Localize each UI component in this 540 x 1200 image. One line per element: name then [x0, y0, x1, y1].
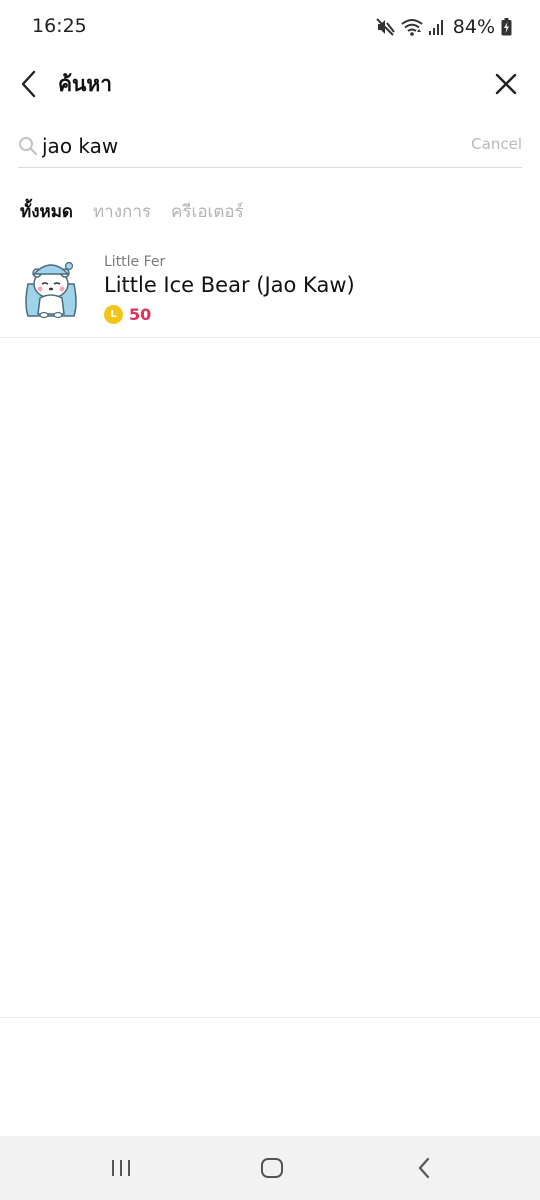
- divider: [0, 1017, 540, 1018]
- tab-official[interactable]: ทางการ: [93, 198, 151, 226]
- coin-icon: L: [104, 304, 123, 324]
- close-icon: [495, 73, 517, 95]
- recent-apps-button[interactable]: [99, 1150, 143, 1186]
- status-bar: 16:25 84%: [0, 0, 540, 56]
- mute-icon: [376, 18, 395, 36]
- status-time: 16:25: [32, 15, 87, 37]
- system-back-button[interactable]: [402, 1150, 446, 1186]
- sticker-title: Little Ice Bear (Jao Kaw): [104, 273, 355, 297]
- back-icon: [418, 1157, 430, 1179]
- price-value: 50: [129, 304, 152, 324]
- battery-charging-icon: [501, 18, 512, 36]
- page-title: ค้นหา: [58, 72, 113, 96]
- search-bar: Cancel: [18, 124, 522, 168]
- status-icons: 84%: [375, 14, 512, 40]
- system-nav-bar: [0, 1136, 540, 1200]
- tab-creators[interactable]: ครีเอเตอร์: [171, 198, 244, 226]
- back-button[interactable]: [10, 64, 50, 104]
- list-item[interactable]: Little Fer Little Ice Bear (Jao Kaw) L 5…: [0, 240, 540, 338]
- wifi-icon: [401, 19, 423, 36]
- chevron-left-icon: [21, 70, 36, 98]
- header: ค้นหา: [0, 56, 540, 112]
- sticker-thumbnail: [25, 261, 77, 319]
- tab-all[interactable]: ทั้งหมด: [20, 198, 73, 226]
- price-row: L 50: [104, 303, 151, 325]
- signal-icon: [428, 20, 443, 35]
- search-input[interactable]: [42, 130, 442, 162]
- battery-percent: 84%: [452, 16, 495, 38]
- recent-apps-icon: [112, 1160, 130, 1176]
- cancel-button[interactable]: Cancel: [471, 135, 522, 153]
- search-icon: [19, 137, 38, 156]
- screen: 16:25 84% ค้นหา jao kaw Cancel ทั้งหมด ท…: [0, 0, 540, 1200]
- close-button[interactable]: [486, 64, 526, 104]
- filter-tabs: ทั้งหมด ทางการ ครีเอเตอร์: [20, 198, 244, 226]
- home-icon: [261, 1158, 283, 1178]
- home-button[interactable]: [250, 1150, 294, 1186]
- creator-name: Little Fer: [104, 254, 166, 270]
